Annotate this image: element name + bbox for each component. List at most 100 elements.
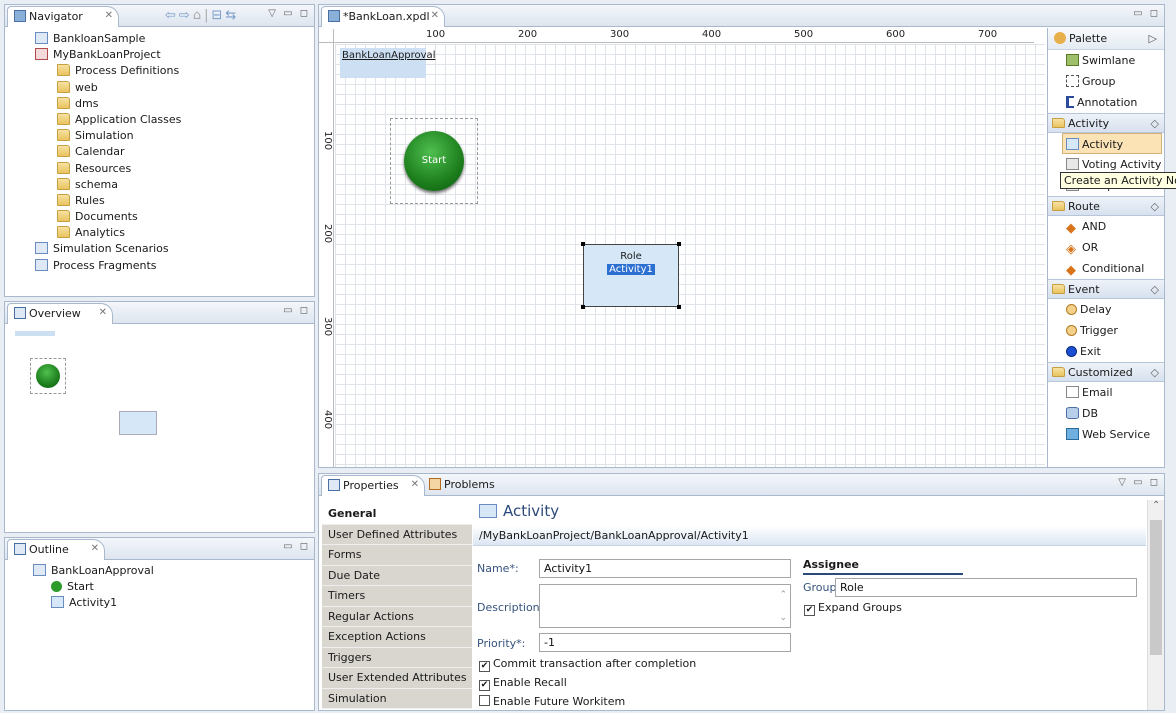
palette-and[interactable]: ◆ AND [1048, 216, 1164, 237]
tab-outline[interactable]: Outline ✕ [7, 539, 105, 560]
link-editor-icon[interactable]: ⇆ [225, 8, 239, 23]
palette-web-service[interactable]: Web Service [1048, 424, 1164, 445]
home-icon[interactable]: ⌂ [193, 8, 204, 23]
scroll-up-icon[interactable]: ⌃ [1152, 500, 1160, 511]
group-field[interactable]: Role [835, 578, 1137, 597]
outline-item-activity1[interactable]: Activity1 [5, 595, 314, 611]
properties-nav-item[interactable]: Triggers [322, 647, 472, 668]
navigator-item[interactable]: Analytics [5, 225, 314, 241]
scroll-up-icon[interactable]: ⌃ [779, 587, 787, 604]
navigator-item[interactable]: web [5, 80, 314, 96]
palette-email[interactable]: Email [1048, 382, 1164, 403]
editor-window-controls[interactable]: ▭ ◻ [1133, 8, 1160, 19]
tab-problems[interactable]: Problems [429, 478, 495, 491]
tab-properties[interactable]: Properties ✕ [321, 475, 425, 496]
process-canvas[interactable]: BankLoanApproval Start Role Activity1 [335, 44, 1045, 467]
close-icon[interactable]: ✕ [431, 10, 439, 21]
navigator-item[interactable]: Simulation [5, 128, 314, 144]
properties-scrollbar[interactable]: ⌃ [1147, 500, 1164, 710]
palette-delay[interactable]: Delay [1048, 299, 1164, 320]
navigator-item[interactable]: Rules [5, 193, 314, 209]
drawer-pin-icon[interactable]: ◇ [1151, 197, 1159, 217]
palette-trigger[interactable]: Trigger [1048, 320, 1164, 341]
palette-activity[interactable]: Activity [1062, 133, 1162, 154]
future-workitem-checkbox[interactable]: Enable Future Workitem [479, 695, 625, 708]
navigator-item[interactable]: Process Definitions [5, 63, 314, 79]
drawer-customized[interactable]: Customized ◇ [1048, 362, 1164, 383]
view-controls[interactable]: ▭ ◻ [283, 541, 310, 552]
outline-item-start[interactable]: Start [5, 579, 314, 595]
scroll-down-icon[interactable]: ⌄ [779, 610, 787, 627]
back-icon[interactable]: ⇦ [165, 8, 179, 23]
resize-handle[interactable] [581, 305, 585, 309]
start-node-selection[interactable]: Start [390, 118, 478, 204]
name-field[interactable]: Activity1 [539, 559, 791, 578]
properties-nav-item[interactable]: General [322, 504, 472, 525]
view-controls[interactable]: ▽ ▭ ◻ [1118, 477, 1160, 488]
navigator-item[interactable]: Simulation Scenarios [5, 241, 314, 257]
scrollbar-thumb[interactable] [1150, 520, 1162, 655]
collapse-palette-icon[interactable]: ▷ [1149, 28, 1157, 50]
navigator-item[interactable]: Resources [5, 161, 314, 177]
tab-bankloan-xpdl[interactable]: *BankLoan.xpdl ✕ [321, 6, 445, 27]
properties-nav-item[interactable]: Exception Actions [322, 627, 472, 648]
properties-nav-item[interactable]: Simulation [322, 688, 472, 709]
folder-icon [57, 177, 70, 190]
navigator-item[interactable]: Calendar [5, 144, 314, 160]
palette-exit[interactable]: Exit [1048, 341, 1164, 362]
forward-icon[interactable]: ⇨ [179, 8, 193, 23]
outline-root[interactable]: BankLoanApproval [5, 563, 314, 579]
priority-field[interactable]: -1 [539, 633, 791, 652]
navigator-item[interactable]: schema [5, 177, 314, 193]
drawer-activity[interactable]: Activity ◇ [1048, 113, 1164, 134]
palette-swimlane[interactable]: Swimlane [1048, 50, 1164, 71]
close-icon[interactable]: ✕ [105, 10, 113, 21]
properties-nav-item[interactable]: Timers [322, 586, 472, 607]
swimlane-label[interactable]: BankLoanApproval [340, 48, 435, 78]
palette-conditional[interactable]: ◆ Conditional [1048, 258, 1164, 279]
properties-nav-item[interactable]: Regular Actions [322, 606, 472, 627]
palette-header[interactable]: Palette ▷ [1048, 28, 1164, 50]
palette-group[interactable]: Group [1048, 71, 1164, 92]
overview-canvas[interactable] [5, 325, 314, 505]
activity-node[interactable]: Role Activity1 [581, 242, 681, 309]
start-event-node[interactable]: Start [404, 131, 464, 191]
navigator-item[interactable]: MyBankLoanProject [5, 47, 314, 63]
navigator-item[interactable]: Application Classes [5, 112, 314, 128]
properties-nav-item[interactable]: User Defined Attributes [322, 524, 472, 545]
tab-navigator[interactable]: Navigator ✕ [7, 6, 119, 27]
description-field[interactable]: ⌃ ⌄ [539, 584, 791, 628]
swimlane-icon [1066, 54, 1079, 66]
navigator-item[interactable]: dms [5, 96, 314, 112]
palette-or[interactable]: ◈ OR [1048, 237, 1164, 258]
resize-handle[interactable] [677, 242, 681, 246]
commit-checkbox[interactable]: ✔ Commit transaction after completion [479, 657, 696, 672]
activity-name-label[interactable]: Activity1 [607, 264, 655, 275]
palette-annotation[interactable]: Annotation [1048, 92, 1164, 113]
web-service-icon [1066, 428, 1079, 440]
drawer-event[interactable]: Event ◇ [1048, 279, 1164, 300]
drawer-pin-icon[interactable]: ◇ [1151, 363, 1159, 383]
properties-nav-item[interactable]: Forms [322, 545, 472, 566]
close-icon[interactable]: ✕ [99, 307, 107, 318]
resize-handle[interactable] [677, 305, 681, 309]
navigator-item[interactable]: BankloanSample [5, 31, 314, 47]
navigator-item[interactable]: Documents [5, 209, 314, 225]
expand-groups-checkbox[interactable]: ✔ Expand Groups [804, 601, 902, 616]
view-controls[interactable]: ▭ ◻ [283, 305, 310, 316]
recall-checkbox[interactable]: ✔ Enable Recall [479, 676, 567, 691]
properties-nav-item[interactable]: User Extended Attributes [322, 668, 472, 689]
drawer-route[interactable]: Route ◇ [1048, 196, 1164, 217]
properties-nav-item[interactable]: Due Date [322, 565, 472, 586]
close-icon[interactable]: ✕ [91, 543, 99, 554]
drawer-pin-icon[interactable]: ◇ [1151, 114, 1159, 134]
tab-overview[interactable]: Overview ✕ [7, 303, 113, 324]
palette-db[interactable]: DB [1048, 403, 1164, 424]
close-icon[interactable]: ✕ [411, 479, 419, 490]
view-menu-icon[interactable]: ▽ ▭ ◻ [268, 8, 310, 19]
collapse-all-icon[interactable]: ⊟ [211, 8, 225, 23]
properties-icon [328, 479, 340, 491]
navigator-item[interactable]: Process Fragments [5, 258, 314, 274]
resize-handle[interactable] [581, 242, 585, 246]
drawer-pin-icon[interactable]: ◇ [1151, 280, 1159, 300]
